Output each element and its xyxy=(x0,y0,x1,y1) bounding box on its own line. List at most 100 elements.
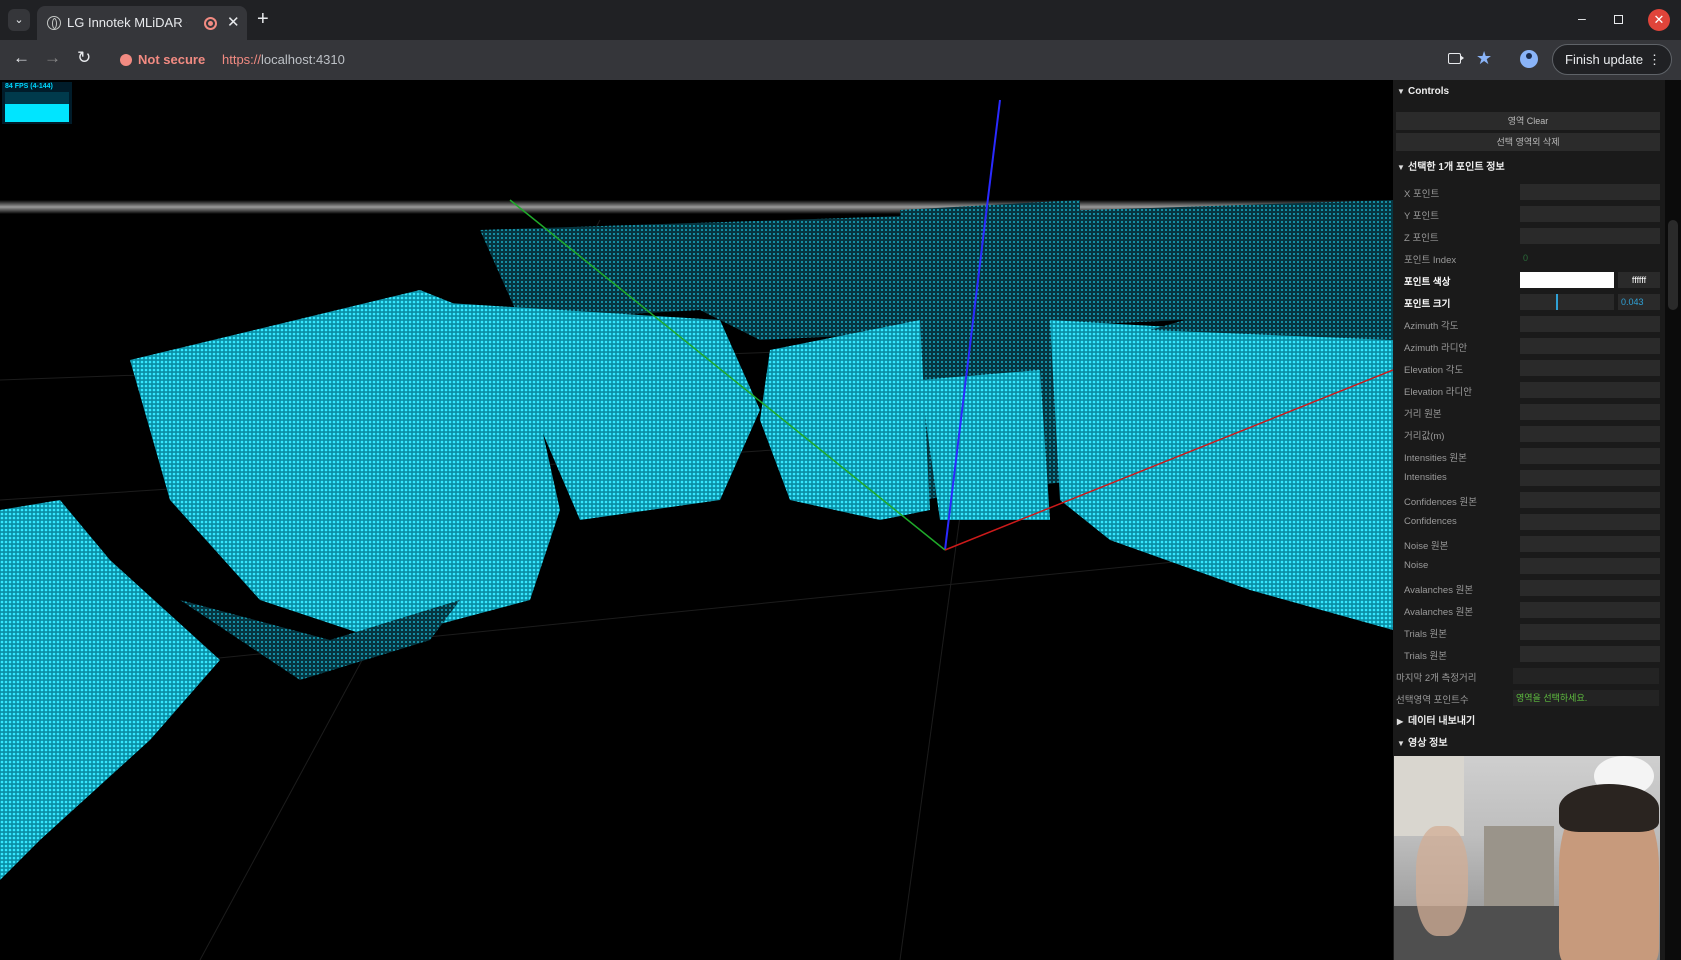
fps-graph xyxy=(5,92,69,122)
back-icon[interactable]: ← xyxy=(13,48,30,68)
point-detail-field[interactable] xyxy=(1520,646,1660,662)
point-size-label: 포인트 크기 xyxy=(1404,299,1451,310)
point-detail-field[interactable] xyxy=(1520,580,1660,596)
maximize-icon[interactable] xyxy=(1614,15,1623,24)
x-point-row: X 포인트 xyxy=(1396,182,1660,202)
selected-point-header[interactable]: ▼ 선택한 1개 포인트 정보 xyxy=(1393,158,1665,178)
point-detail-row: Azimuth 라디안 xyxy=(1396,336,1660,356)
export-header[interactable]: ▶ 데이터 내보내기 xyxy=(1393,712,1665,732)
point-detail-label: Avalanches 원본 xyxy=(1404,585,1474,596)
webcam-video xyxy=(1394,756,1660,960)
region-points-field[interactable]: 영역을 선택하세요. xyxy=(1513,690,1659,706)
point-detail-label: Intensities xyxy=(1404,472,1447,483)
left-foreground-points xyxy=(0,500,220,880)
pointcloud-canvas[interactable] xyxy=(0,80,1393,960)
point-index-field[interactable]: 0 xyxy=(1520,250,1660,266)
point-detail-field[interactable] xyxy=(1520,404,1660,420)
scrollbar-thumb[interactable] xyxy=(1668,220,1678,310)
chevron-down-icon: ▼ xyxy=(1397,739,1405,748)
point-detail-label: Elevation 각도 xyxy=(1404,365,1464,376)
url-text[interactable]: https://localhost:4310 xyxy=(222,52,345,67)
profile-icon[interactable] xyxy=(1520,50,1538,68)
chevron-down-icon: ▼ xyxy=(1397,87,1405,96)
fps-label: 84 FPS (4-144) xyxy=(5,83,53,90)
z-point-row: Z 포인트 xyxy=(1396,226,1660,246)
point-detail-label: Azimuth 라디안 xyxy=(1404,343,1468,354)
right-structure xyxy=(1050,320,1393,630)
controls-header-label: Controls xyxy=(1408,86,1450,97)
delete-outside-selection-button[interactable]: 선택 영역외 삭제 xyxy=(1396,133,1660,151)
forward-icon[interactable]: → xyxy=(44,48,61,68)
point-detail-row: Noise 원본 xyxy=(1396,534,1660,554)
point-detail-field[interactable] xyxy=(1520,514,1660,530)
point-detail-row: 거리값(m) xyxy=(1396,424,1660,444)
globe-icon xyxy=(47,16,61,30)
region-points-row: 선택영역 포인트수 영역을 선택하세요. xyxy=(1393,688,1663,708)
point-detail-row: Elevation 각도 xyxy=(1396,358,1660,378)
video-info-header[interactable]: ▼ 영상 정보 xyxy=(1393,734,1665,754)
y-point-label: Y 포인트 xyxy=(1404,211,1440,222)
point-detail-row: Confidences 원본 xyxy=(1396,490,1660,510)
point-detail-row: Intensities xyxy=(1396,468,1660,488)
tab-search-icon[interactable]: ⌄ xyxy=(8,9,30,31)
point-size-row: 포인트 크기 0.043 xyxy=(1396,292,1660,312)
point-detail-label: Trials 원본 xyxy=(1404,651,1447,662)
close-tab-button[interactable]: ✕ xyxy=(227,13,240,31)
point-detail-row: Confidences xyxy=(1396,512,1660,532)
point-detail-label: 거리값(m) xyxy=(1404,431,1445,442)
point-detail-field[interactable] xyxy=(1520,536,1660,552)
camera-icon[interactable] xyxy=(1448,53,1464,64)
point-detail-field[interactable] xyxy=(1520,558,1660,574)
point-detail-label: 거리 원본 xyxy=(1404,409,1442,420)
point-detail-field[interactable] xyxy=(1520,602,1660,618)
point-size-value[interactable]: 0.043 xyxy=(1618,294,1660,310)
z-point-field[interactable] xyxy=(1520,228,1660,244)
menu-dots-icon: ⋮ xyxy=(1648,52,1661,67)
y-point-row: Y 포인트 xyxy=(1396,204,1660,224)
cam-hand xyxy=(1416,826,1468,936)
export-header-label: 데이터 내보내기 xyxy=(1408,716,1476,727)
bookmark-star-icon[interactable]: ★ xyxy=(1476,48,1492,69)
last-measure-field[interactable] xyxy=(1513,668,1659,684)
last-measure-label: 마지막 2개 측정거리 xyxy=(1396,673,1477,684)
region-points-label: 선택영역 포인트수 xyxy=(1396,695,1469,706)
reload-icon[interactable]: ↻ xyxy=(77,48,91,68)
point-size-slider-fill xyxy=(1520,294,1558,310)
finish-update-button[interactable]: Finish update ⋮ xyxy=(1552,44,1672,75)
url-host: localhost:4310 xyxy=(261,52,345,67)
point-detail-field[interactable] xyxy=(1520,624,1660,640)
point-detail-field[interactable] xyxy=(1520,382,1660,398)
point-detail-row: Intensities 원본 xyxy=(1396,446,1660,466)
pointcloud-viewport[interactable]: 84 FPS (4-144) xyxy=(0,80,1393,960)
window-close-icon[interactable]: ✕ xyxy=(1648,9,1670,31)
tab-bar: ⌄ LG Innotek MLiDAR C ✕ + – ✕ xyxy=(0,0,1681,40)
point-color-swatch[interactable] xyxy=(1520,272,1614,288)
point-detail-field[interactable] xyxy=(1520,448,1660,464)
point-detail-field[interactable] xyxy=(1520,316,1660,332)
minimize-icon[interactable]: – xyxy=(1578,10,1586,26)
selected-point-header-label: 선택한 1개 포인트 정보 xyxy=(1408,162,1505,173)
point-detail-label: Noise 원본 xyxy=(1404,541,1449,552)
point-color-label: 포인트 색상 xyxy=(1404,277,1451,288)
point-detail-field[interactable] xyxy=(1520,338,1660,354)
controls-header[interactable]: ▼ Controls xyxy=(1393,82,1665,102)
point-detail-label: Azimuth 각도 xyxy=(1404,321,1459,332)
x-point-field[interactable] xyxy=(1520,184,1660,200)
area-clear-button[interactable]: 영역 Clear xyxy=(1396,112,1660,130)
point-color-hex[interactable]: ffffff xyxy=(1618,272,1660,288)
point-detail-field[interactable] xyxy=(1520,426,1660,442)
point-detail-field[interactable] xyxy=(1520,492,1660,508)
browser-tab[interactable]: LG Innotek MLiDAR C ✕ xyxy=(37,6,247,40)
point-detail-row: 거리 원본 xyxy=(1396,402,1660,422)
x-point-label: X 포인트 xyxy=(1404,189,1440,200)
address-bar[interactable]: Not secure https://localhost:4310 xyxy=(110,45,1430,75)
y-point-field[interactable] xyxy=(1520,206,1660,222)
panel-scrollbar[interactable] xyxy=(1665,80,1681,960)
new-tab-button[interactable]: + xyxy=(257,9,269,29)
point-detail-field[interactable] xyxy=(1520,360,1660,376)
point-detail-row: Azimuth 각도 xyxy=(1396,314,1660,334)
point-detail-field[interactable] xyxy=(1520,470,1660,486)
z-point-label: Z 포인트 xyxy=(1404,233,1439,244)
point-size-slider[interactable] xyxy=(1520,294,1614,310)
security-indicator[interactable]: Not secure xyxy=(138,52,205,67)
